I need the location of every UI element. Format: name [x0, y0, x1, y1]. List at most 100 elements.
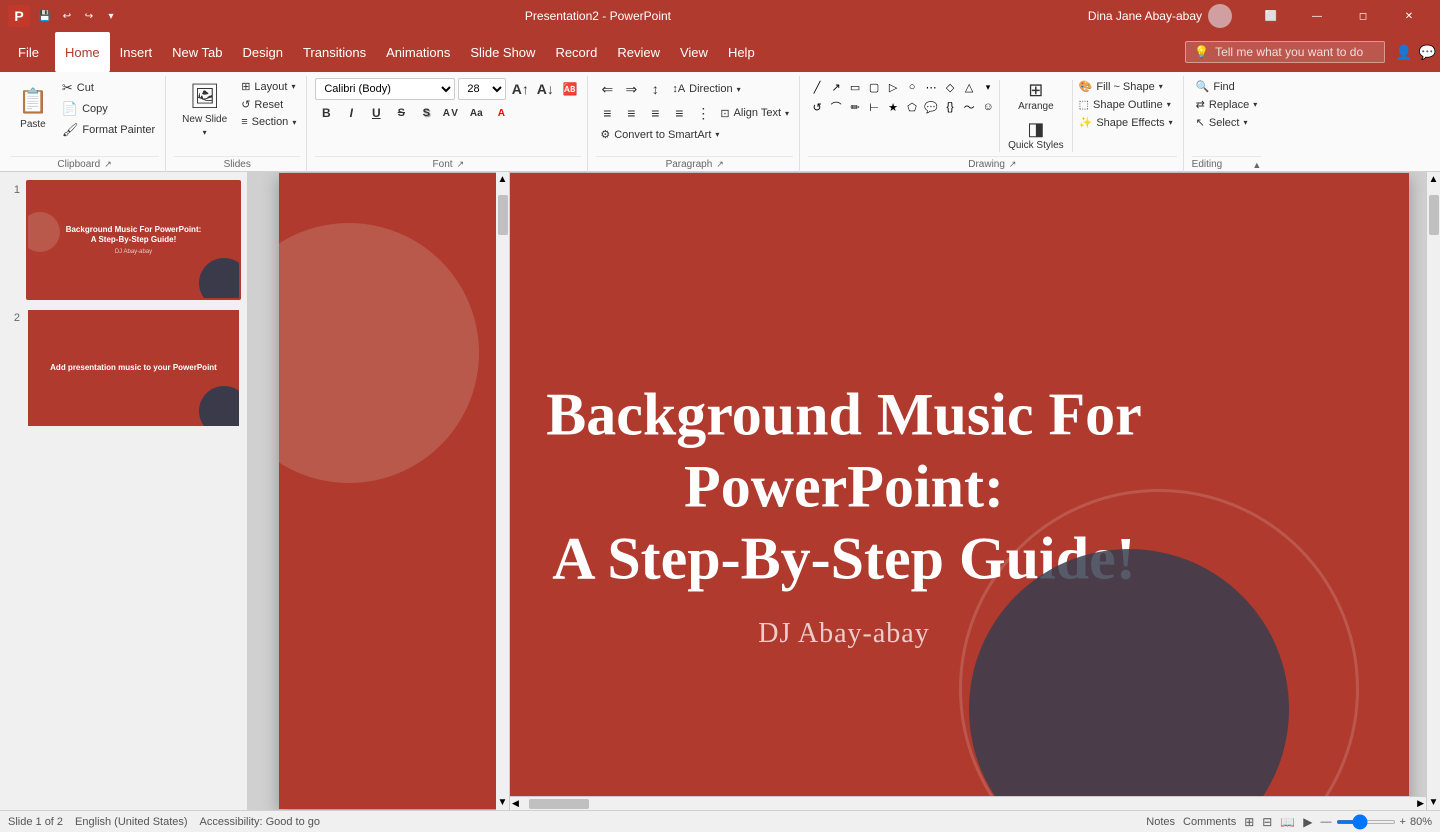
scroll-left-icon[interactable]: ◀	[512, 798, 519, 809]
align-left-button[interactable]: ≡	[596, 102, 618, 124]
comments-icon[interactable]: 💬	[1419, 44, 1436, 61]
slide-image-1[interactable]: Background Music For PowerPoint:A Step-B…	[26, 180, 241, 300]
font-size-select[interactable]: 28	[458, 78, 506, 100]
increase-indent-button[interactable]: ⇒	[620, 78, 642, 100]
star-icon[interactable]: ★	[884, 98, 902, 116]
menu-home[interactable]: Home	[55, 32, 110, 72]
select-button[interactable]: ↖ Select ▾	[1192, 114, 1262, 131]
scroll-right-icon[interactable]: ▶	[1417, 798, 1424, 809]
slide-image-2[interactable]: Add presentation music to your PowerPoin…	[26, 308, 241, 428]
menu-review[interactable]: Review	[607, 32, 670, 72]
copy-button[interactable]: 📄 Copy	[58, 99, 159, 119]
line-shape-icon[interactable]: ╱	[808, 78, 826, 96]
slide-thumb-1[interactable]: 1 Background Music For PowerPoint:A Step…	[6, 180, 241, 300]
menu-record[interactable]: Record	[545, 32, 607, 72]
canvas-area[interactable]: ▲ ▼ Background Music For PowerPoint:A St…	[248, 172, 1440, 810]
format-painter-button[interactable]: 🖌 Format Painter	[58, 120, 159, 140]
customize-qa-icon[interactable]: ▾	[102, 7, 120, 25]
decrease-font-size-button[interactable]: A↓	[534, 78, 556, 100]
align-right-button[interactable]: ≡	[644, 102, 666, 124]
brace-icon[interactable]: {}	[941, 98, 959, 116]
columns-button[interactable]: ⋮	[692, 102, 714, 124]
shape-outline-button[interactable]: ⬚ Shape Outline ▾	[1075, 96, 1177, 113]
underline-button[interactable]: U	[365, 102, 387, 124]
menu-insert[interactable]: Insert	[110, 32, 163, 72]
curved-arrow-icon[interactable]: ↺	[808, 98, 826, 116]
layout-button[interactable]: ⊞ Layout ▾	[237, 78, 300, 95]
menu-help[interactable]: Help	[718, 32, 765, 72]
menu-slideshow[interactable]: Slide Show	[460, 32, 545, 72]
slide-author[interactable]: DJ Abay-abay	[758, 618, 929, 650]
scroll-up-icon[interactable]: ▲	[498, 174, 508, 185]
smiley-icon[interactable]: ☺	[979, 98, 997, 116]
vertical-scrollbar-right[interactable]: ▲ ▼	[1426, 172, 1440, 810]
shape-effects-button[interactable]: ✨ Shape Effects ▾	[1075, 114, 1177, 131]
rect-shape-icon[interactable]: ▭	[846, 78, 864, 96]
slideshow-icon[interactable]: ▶	[1303, 815, 1312, 829]
menu-transitions[interactable]: Transitions	[293, 32, 376, 72]
curved-line-icon[interactable]: ⌒	[827, 98, 845, 116]
new-slide-dropdown-icon[interactable]: ▾	[203, 128, 207, 137]
replace-button[interactable]: ⇄ Replace ▾	[1192, 96, 1262, 113]
line-spacing-button[interactable]: ↕	[644, 78, 666, 100]
wave-icon[interactable]: 〜	[960, 98, 978, 116]
shape-fill-button[interactable]: 🎨 Fill ~ Shape ▾	[1075, 78, 1177, 95]
rounded-rect-icon[interactable]: ▢	[865, 78, 883, 96]
quick-styles-button[interactable]: ◨ Quick Styles	[1002, 117, 1070, 154]
notes-button[interactable]: Notes	[1146, 816, 1175, 828]
strikethrough-button[interactable]: S	[390, 102, 412, 124]
find-button[interactable]: 🔍 Find	[1192, 78, 1262, 95]
oval-icon[interactable]: ○	[903, 78, 921, 96]
justify-button[interactable]: ≡	[668, 102, 690, 124]
zoom-slider[interactable]: —+ 80%	[1321, 816, 1432, 828]
cut-button[interactable]: ✂ Cut	[58, 78, 159, 98]
arrange-button[interactable]: ⊞ Arrange	[1002, 78, 1070, 115]
direction-button[interactable]: ↕A Direction ▾	[668, 81, 744, 97]
maximize-icon[interactable]: ◻	[1340, 0, 1386, 32]
ribbon-collapse-icon[interactable]: ▲	[1252, 160, 1261, 170]
redo-icon[interactable]: ↪	[80, 7, 98, 25]
clipboard-expand-icon[interactable]: ↗	[104, 159, 112, 170]
italic-button[interactable]: I	[340, 102, 362, 124]
change-case-button[interactable]: Aa	[465, 102, 487, 124]
menu-animations[interactable]: Animations	[376, 32, 460, 72]
callout-icon[interactable]: 💬	[922, 98, 940, 116]
close-icon[interactable]: ✕	[1386, 0, 1432, 32]
menu-design[interactable]: Design	[233, 32, 293, 72]
font-name-select[interactable]: Calibri (Body)	[315, 78, 455, 100]
minimize-icon[interactable]: —	[1294, 0, 1340, 32]
reset-button[interactable]: ↺ Reset	[237, 96, 300, 113]
new-slide-button[interactable]: 🖼 New Slide ▾	[174, 78, 235, 141]
menu-view[interactable]: View	[670, 32, 718, 72]
undo-icon[interactable]: ↩	[58, 7, 76, 25]
horizontal-scrollbar[interactable]: ◀ ▶	[510, 796, 1426, 810]
comments-button[interactable]: Comments	[1183, 816, 1236, 828]
scroll-right-up-icon[interactable]: ▲	[1429, 174, 1439, 185]
paste-button[interactable]: 📋 Paste	[10, 78, 56, 138]
font-expand-icon[interactable]: ↗	[457, 159, 465, 170]
normal-view-icon[interactable]: ⊞	[1244, 815, 1254, 829]
shadow-button[interactable]: S	[415, 102, 437, 124]
freeform-icon[interactable]: ✏	[846, 98, 864, 116]
menu-new-tab[interactable]: New Tab	[162, 32, 232, 72]
convert-smartart-button[interactable]: ⚙ Convert to SmartArt ▾	[596, 126, 723, 143]
triangle-icon[interactable]: △	[960, 78, 978, 96]
pentagon-icon[interactable]: ⬠	[903, 98, 921, 116]
diamond-icon[interactable]: ◇	[941, 78, 959, 96]
slide-sorter-icon[interactable]: ⊟	[1262, 815, 1272, 829]
increase-font-size-button[interactable]: A↑	[509, 78, 531, 100]
share-icon[interactable]: 👤	[1395, 44, 1412, 61]
clear-formatting-button[interactable]: 🆎	[559, 78, 581, 100]
more-shapes-icon[interactable]: ⋯	[922, 78, 940, 96]
bold-button[interactable]: B	[315, 102, 337, 124]
font-color-button[interactable]: A	[490, 102, 512, 124]
reading-view-icon[interactable]: 📖	[1280, 815, 1295, 829]
vertical-scrollbar-left[interactable]: ▲ ▼	[496, 172, 510, 810]
menu-file[interactable]: File	[4, 32, 53, 72]
slide-thumb-2[interactable]: 2 Add presentation music to your PowerPo…	[6, 308, 241, 428]
character-spacing-button[interactable]: AV	[440, 102, 462, 124]
section-button[interactable]: ≡ Section ▾	[237, 114, 300, 130]
ribbon-display-icon[interactable]: ⬜	[1248, 0, 1294, 32]
scroll-right-down-icon[interactable]: ▼	[1429, 797, 1439, 808]
zoom-range-input[interactable]	[1336, 820, 1396, 824]
